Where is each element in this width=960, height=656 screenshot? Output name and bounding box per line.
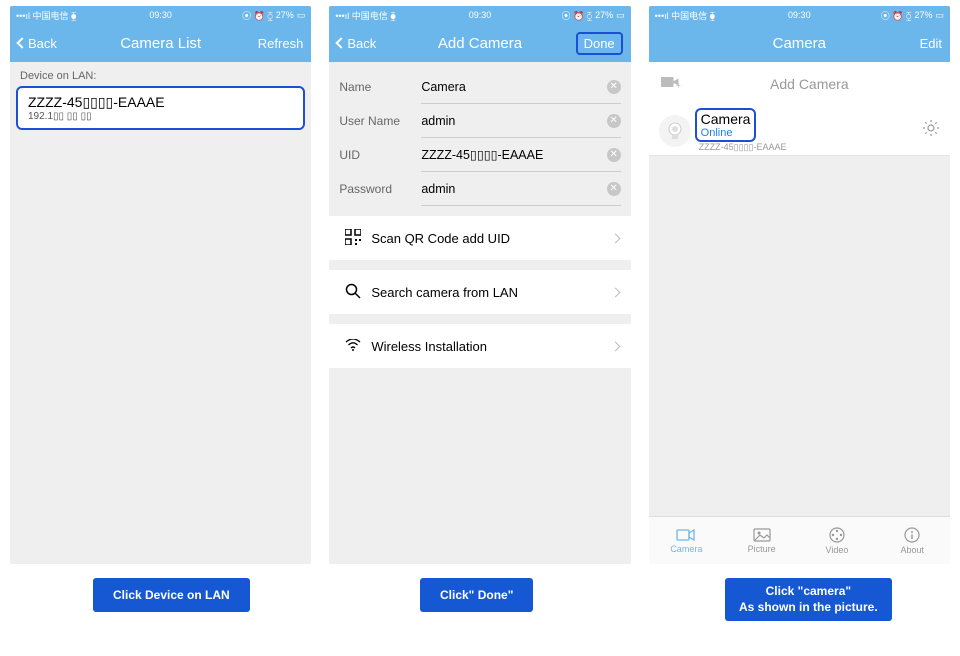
caption-2: Click" Done" [420,578,533,612]
section-label: Device on LAN: [10,62,311,86]
gear-icon[interactable] [922,119,940,142]
info-icon [904,527,920,543]
option-label: Wireless Installation [371,339,611,354]
chevron-left-icon [16,37,27,48]
username-row: User Name admin ✕ [329,104,630,138]
status-right: ⦿ ⏰ ⧲ 27% ▭ [561,9,624,22]
edit-button[interactable]: Edit [920,36,942,51]
option-label: Scan QR Code add UID [371,231,611,246]
chevron-right-icon [612,283,619,301]
tab-camera[interactable]: Camera [649,517,724,564]
uid-row: UID ZZZZ-45▯▯▯▯-EAAAE ✕ [329,138,630,172]
caption-1: Click Device on LAN [93,578,250,612]
done-button[interactable]: Done [576,32,623,55]
option-label: Search camera from LAN [371,285,611,300]
page-title: Add Camera [438,35,522,52]
clear-icon[interactable]: ✕ [607,114,621,128]
qr-icon [341,229,365,248]
carrier: •••ıl 中国电信 ⧳ [16,9,76,22]
carrier: •••ıl 中国电信 ⧳ [335,9,395,22]
tab-bar: Camera Picture Video About [649,516,950,564]
camera-entry[interactable]: Camera Online ZZZZ-45▯▯▯▯-EAAAE [649,106,950,156]
navbar: X Camera Edit [649,24,950,62]
search-icon [341,283,365,302]
status-right: ⦿ ⏰ ⧲ 27% ▭ [242,9,305,22]
device-ip: 192.1▯▯ ▯▯ ▯▯ [28,111,293,122]
refresh-button[interactable]: Refresh [258,36,304,51]
caption-line-2: As shown in the picture. [739,600,878,616]
chevron-right-icon [612,229,619,247]
uid-input[interactable]: ZZZZ-45▯▯▯▯-EAAAE [421,147,543,162]
tab-label: Camera [670,544,702,554]
clock: 09:30 [149,10,172,20]
wireless-install-option[interactable]: Wireless Installation [329,324,630,368]
add-camera-icon: + [661,75,681,94]
scan-qr-option[interactable]: Scan QR Code add UID [329,216,630,260]
caption-line-1: Click "camera" [739,584,878,600]
device-name: ZZZZ-45▯▯▯▯-EAAAE [28,94,293,111]
clock: 09:30 [788,10,811,20]
page-title: Camera [773,35,826,52]
status-bar: •••ıl 中国电信 ⧳ 09:30 ⦿ ⏰ ⧲ 27% ▭ [649,6,950,24]
tab-video[interactable]: Video [799,517,874,564]
picture-icon [753,528,771,542]
back-label: Back [347,36,376,51]
carrier: •••ıl 中国电信 ⧳ [655,9,715,22]
device-item[interactable]: ZZZZ-45▯▯▯▯-EAAAE 192.1▯▯ ▯▯ ▯▯ [16,86,305,130]
back-label: Back [28,36,57,51]
password-input[interactable]: admin [421,182,455,196]
tab-picture[interactable]: Picture [724,517,799,564]
search-lan-option[interactable]: Search camera from LAN [329,270,630,314]
tab-label: Video [826,545,849,555]
screen-camera-list: •••ıl 中国电信 ⧳ 09:30 ⦿ ⏰ ⧲ 27% ▭ Back Came… [10,6,311,564]
add-camera-label: Add Camera [681,76,938,92]
status-bar: •••ıl 中国电信 ⧳ 09:30 ⦿ ⏰ ⧲ 27% ▭ [329,6,630,24]
page-title: Camera List [120,35,201,52]
password-row: Password admin ✕ [329,172,630,206]
clear-icon[interactable]: ✕ [607,182,621,196]
tab-about[interactable]: About [875,517,950,564]
name-input[interactable]: Camera [421,80,465,94]
caption-3: Click "camera" As shown in the picture. [725,578,892,621]
video-reel-icon [829,527,845,543]
chevron-right-icon [612,337,619,355]
tab-label: Picture [748,544,776,554]
uid-label: UID [339,148,421,162]
screen-camera: •••ıl 中国电信 ⧳ 09:30 ⦿ ⏰ ⧲ 27% ▭ X Camera … [649,6,950,564]
clear-icon[interactable]: ✕ [607,148,621,162]
clock: 09:30 [469,10,492,20]
status-bar: •••ıl 中国电信 ⧳ 09:30 ⦿ ⏰ ⧲ 27% ▭ [10,6,311,24]
camera-name: Camera [701,111,751,127]
add-camera-row[interactable]: + Add Camera [649,62,950,106]
screen-add-camera: •••ıl 中国电信 ⧳ 09:30 ⦿ ⏰ ⧲ 27% ▭ Back Add … [329,6,630,564]
username-input[interactable]: admin [421,114,455,128]
video-camera-icon [676,528,696,542]
camera-status: Online [701,127,751,139]
username-label: User Name [339,114,421,128]
name-row: Name Camera ✕ [329,70,630,104]
back-button[interactable]: Back [337,36,376,51]
back-button[interactable]: Back [18,36,57,51]
camera-avatar-icon [659,115,691,147]
clear-icon[interactable]: ✕ [607,80,621,94]
navbar: Back Add Camera Done [329,24,630,62]
navbar: Back Camera List Refresh [10,24,311,62]
wifi-icon [341,338,365,354]
chevron-left-icon [336,37,347,48]
camera-uid: ZZZZ-45▯▯▯▯-EAAAE [699,142,922,153]
password-label: Password [339,182,421,196]
tab-label: About [901,545,925,555]
status-right: ⦿ ⏰ ⧲ 27% ▭ [881,9,944,22]
name-label: Name [339,80,421,94]
